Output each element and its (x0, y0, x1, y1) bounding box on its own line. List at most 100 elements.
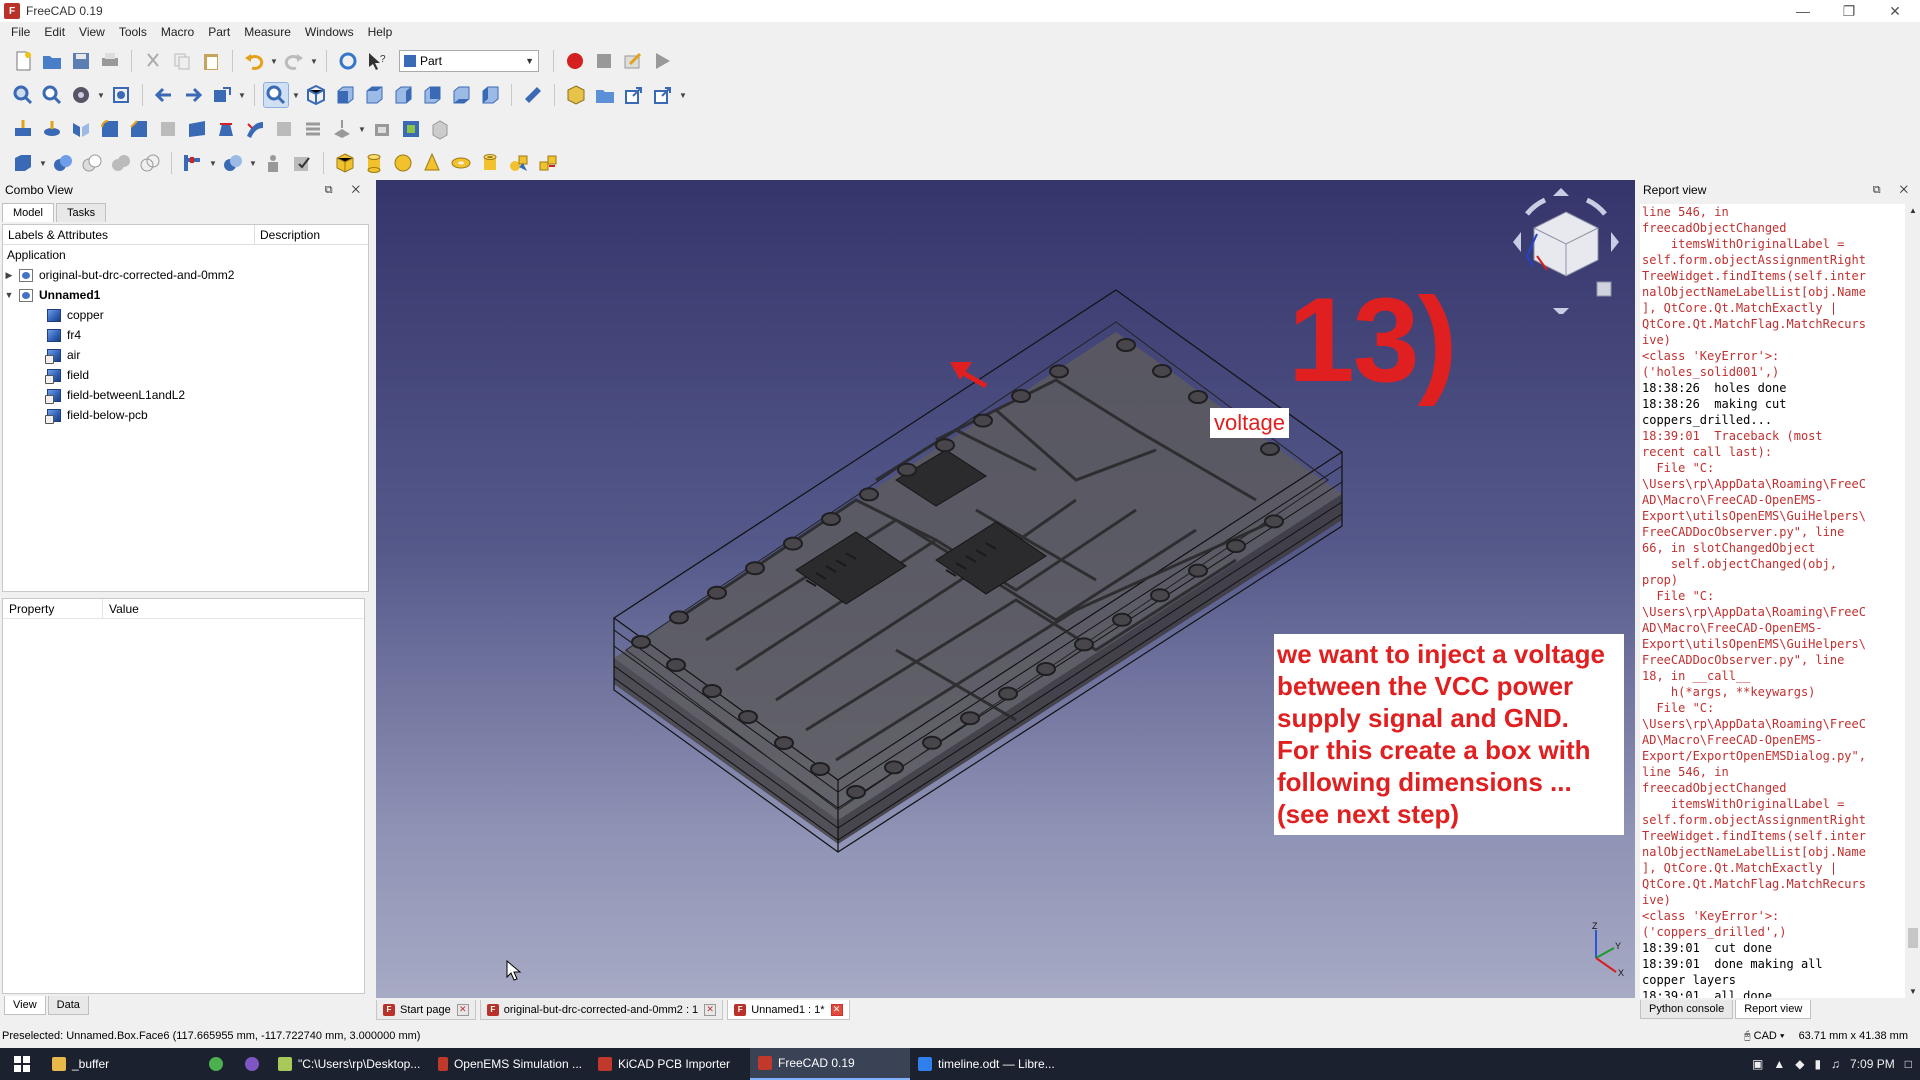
scroll-down-icon[interactable]: ▼ (1909, 987, 1917, 996)
fit-all-button[interactable] (10, 82, 36, 108)
navigation-cube[interactable] (1501, 184, 1631, 314)
create-group-button[interactable] (592, 82, 618, 108)
menu-help[interactable]: Help (361, 25, 400, 39)
make-face-button[interactable] (155, 116, 181, 142)
sweep-button[interactable] (242, 116, 268, 142)
zoom-button[interactable] (263, 82, 289, 108)
new-document-button[interactable] (10, 48, 36, 74)
check-geometry-button[interactable] (289, 150, 315, 176)
projection-button[interactable] (398, 116, 424, 142)
print-button[interactable] (97, 48, 123, 74)
create-primitives-button[interactable] (10, 150, 36, 176)
common-button[interactable] (137, 150, 163, 176)
property-col-value[interactable]: Value (103, 599, 145, 618)
tab-data[interactable]: Data (47, 996, 89, 1015)
back-button[interactable] (151, 82, 177, 108)
create-part-button[interactable] (563, 82, 589, 108)
link-actions-dropdown-icon[interactable]: ▼ (679, 91, 687, 100)
tree-item-air[interactable]: air (3, 345, 368, 365)
clock[interactable]: 7:09 PM (1850, 1057, 1895, 1071)
tree-item-field-below-pcb[interactable]: field-below-pcb (3, 405, 368, 425)
split-button[interactable] (220, 150, 246, 176)
cone-button[interactable] (419, 150, 445, 176)
undo-button[interactable] (241, 48, 267, 74)
property-col-property[interactable]: Property (3, 599, 103, 618)
boolean-button[interactable] (50, 150, 76, 176)
menu-view[interactable]: View (72, 25, 112, 39)
restore-button[interactable]: ❐ (1826, 0, 1872, 22)
menu-measure[interactable]: Measure (237, 25, 298, 39)
tree-item-field[interactable]: field (3, 365, 368, 385)
report-scrollbar[interactable]: ▲ ▼ (1906, 204, 1920, 998)
chevron-right-icon[interactable]: ▶ (3, 270, 15, 281)
task-libreoffice[interactable]: timeline.odt — Libre... (910, 1048, 1070, 1080)
tube-button[interactable] (477, 150, 503, 176)
sphere-button[interactable] (390, 150, 416, 176)
macro-stop-button[interactable] (591, 48, 617, 74)
tray-app-icon[interactable]: ▲ (1773, 1057, 1785, 1071)
primitives-dialog-button[interactable] (506, 150, 532, 176)
close-icon[interactable]: ✕ (830, 1003, 843, 1016)
zoom-dropdown-icon[interactable]: ▼ (292, 91, 300, 100)
task-buffer[interactable]: _buffer (44, 1048, 198, 1080)
task-notepad[interactable]: "C:\Users\rp\Desktop... (270, 1048, 430, 1080)
macro-edit-button[interactable] (620, 48, 646, 74)
tree-item-original-doc[interactable]: ▶ original-but-drc-corrected-and-0mm2 (3, 265, 368, 285)
chamfer-button[interactable] (126, 116, 152, 142)
task-chrome[interactable] (198, 1048, 234, 1080)
scrollbar-thumb[interactable] (1908, 928, 1918, 948)
primitives-dropdown-icon[interactable]: ▼ (39, 159, 47, 168)
dock-buttons[interactable]: ⧉ ✕ (325, 184, 368, 197)
tree-item-unnamed1[interactable]: ▼ Unnamed1 (3, 285, 368, 305)
task-openems[interactable]: OpenEMS Simulation ... (430, 1048, 590, 1080)
make-link-button[interactable] (621, 82, 647, 108)
doc-tab-start-page[interactable]: F Start page ✕ (376, 1000, 476, 1020)
attachment-button[interactable] (427, 116, 453, 142)
tree-col-description[interactable]: Description (255, 225, 325, 244)
loft-button[interactable] (213, 116, 239, 142)
split-dropdown-icon[interactable]: ▼ (249, 159, 257, 168)
link-actions-button[interactable] (650, 82, 676, 108)
view-front-button[interactable] (332, 82, 358, 108)
whats-this-button[interactable]: ? (364, 48, 390, 74)
fuse-button[interactable] (108, 150, 134, 176)
tab-tasks[interactable]: Tasks (55, 203, 107, 222)
menu-tools[interactable]: Tools (112, 25, 154, 39)
tree-item-copper[interactable]: copper (3, 305, 368, 325)
view-bottom-button[interactable] (448, 82, 474, 108)
mirror-button[interactable] (68, 116, 94, 142)
workbench-selector[interactable]: Part ▼ (399, 50, 539, 72)
offset-button[interactable] (329, 116, 355, 142)
redo-dropdown-icon[interactable]: ▼ (310, 57, 318, 66)
menu-part[interactable]: Part (201, 25, 237, 39)
tree-item-field-betweenL1andL2[interactable]: field-betweenL1andL2 (3, 385, 368, 405)
close-button[interactable]: ✕ (1872, 0, 1918, 22)
close-icon[interactable]: ✕ (456, 1003, 469, 1016)
forward-button[interactable] (180, 82, 206, 108)
tab-view[interactable]: View (4, 996, 46, 1015)
tree-col-labels[interactable]: Labels & Attributes (3, 225, 255, 244)
tab-report-view[interactable]: Report view (1735, 1000, 1812, 1019)
dock-buttons[interactable]: ⧉ ✕ (1873, 184, 1916, 197)
extrude-button[interactable] (10, 116, 36, 142)
network-icon[interactable]: ◆ (1795, 1057, 1804, 1071)
task-obs[interactable] (234, 1048, 270, 1080)
ruled-surface-button[interactable] (184, 116, 210, 142)
cross-sections-button[interactable] (300, 116, 326, 142)
view-right-button[interactable] (390, 82, 416, 108)
doc-tab-unnamed1[interactable]: F Unnamed1 : 1* ✕ (727, 1000, 850, 1020)
view-rear-button[interactable] (419, 82, 445, 108)
undo-dropdown-icon[interactable]: ▼ (270, 57, 278, 66)
macro-record-button[interactable] (562, 48, 588, 74)
paste-button[interactable] (198, 48, 224, 74)
open-button[interactable] (39, 48, 65, 74)
save-button[interactable] (68, 48, 94, 74)
macro-run-button[interactable] (649, 48, 675, 74)
measure-distance-button[interactable] (520, 82, 546, 108)
redo-button[interactable] (281, 48, 307, 74)
sync-view-button[interactable] (209, 82, 235, 108)
refresh-button[interactable] (335, 48, 361, 74)
view-isometric-button[interactable] (303, 82, 329, 108)
join-features-button[interactable] (180, 150, 206, 176)
fillet-button[interactable] (97, 116, 123, 142)
